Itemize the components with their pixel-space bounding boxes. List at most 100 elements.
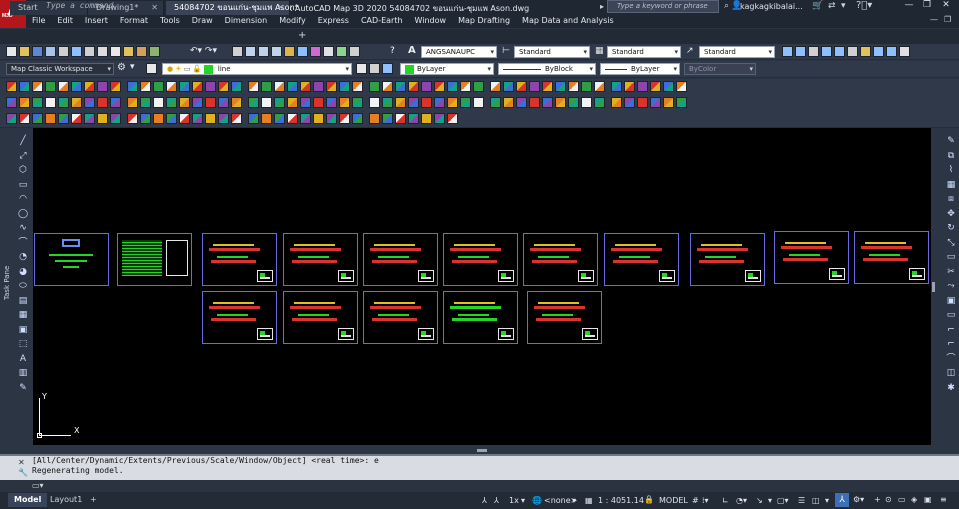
custom-command-icon[interactable] xyxy=(542,81,553,92)
menu-modify[interactable]: Modify xyxy=(273,15,312,27)
custom-command-icon[interactable] xyxy=(140,81,151,92)
custom-command-icon[interactable] xyxy=(568,97,579,108)
draw-tool-icon[interactable]: ╱ xyxy=(17,134,29,149)
layer-merge-icon[interactable] xyxy=(899,46,910,57)
custom-command-icon[interactable] xyxy=(127,113,138,124)
custom-command-icon[interactable] xyxy=(382,81,393,92)
modify-tool-icon[interactable]: ⤳ xyxy=(945,279,957,294)
selection-cycling-icon[interactable]: ▾ xyxy=(825,496,829,505)
isolate-objects-icon[interactable]: ⊙ xyxy=(885,495,892,504)
doc-minimize-icon[interactable]: — xyxy=(930,15,938,24)
object-snap-tracking-icon[interactable]: ↘ xyxy=(756,496,763,505)
custom-command-icon[interactable] xyxy=(127,97,138,108)
drawing-sheet[interactable] xyxy=(283,233,358,286)
hardware-acceleration-icon[interactable]: ◈ xyxy=(911,495,917,504)
custom-command-icon[interactable] xyxy=(261,81,272,92)
tab-layout1[interactable]: Layout1 xyxy=(44,493,88,507)
custom-command-icon[interactable] xyxy=(261,97,272,108)
layer-isolate-icon[interactable] xyxy=(821,46,832,57)
layer-previous-2-icon[interactable] xyxy=(369,63,380,74)
custom-command-icon[interactable] xyxy=(300,97,311,108)
custom-command-icon[interactable] xyxy=(110,81,121,92)
modify-tool-icon[interactable]: ⌐ xyxy=(945,323,957,338)
custom-command-icon[interactable] xyxy=(676,97,687,108)
custom-command-icon[interactable] xyxy=(352,113,363,124)
table-style-select[interactable]: Standard ▾ xyxy=(607,46,681,58)
custom-command-icon[interactable] xyxy=(624,97,635,108)
command-input[interactable]: Type a command xyxy=(46,1,946,11)
draw-tool-icon[interactable]: ▥ xyxy=(17,366,29,381)
custom-command-icon[interactable] xyxy=(421,81,432,92)
modify-tool-icon[interactable]: ✱ xyxy=(945,381,957,396)
custom-command-icon[interactable] xyxy=(192,113,203,124)
tab-model[interactable]: Model xyxy=(8,493,48,507)
drawing-sheet[interactable] xyxy=(523,233,598,286)
isodraft-icon[interactable]: ▾ xyxy=(768,496,772,505)
custom-command-icon[interactable] xyxy=(369,97,380,108)
custom-command-icon[interactable] xyxy=(529,97,540,108)
object-snap-icon[interactable]: ▢▾ xyxy=(777,496,789,505)
layer-previous-icon[interactable] xyxy=(808,46,819,57)
layer-walk-icon[interactable] xyxy=(886,46,897,57)
custom-command-icon[interactable] xyxy=(287,81,298,92)
custom-command-icon[interactable] xyxy=(45,113,56,124)
custom-command-icon[interactable] xyxy=(313,113,324,124)
custom-command-icon[interactable] xyxy=(650,81,661,92)
draw-tool-icon[interactable]: ▤ xyxy=(17,294,29,309)
custom-command-icon[interactable] xyxy=(676,81,687,92)
custom-command-icon[interactable] xyxy=(581,81,592,92)
custom-command-icon[interactable] xyxy=(516,97,527,108)
modify-tool-icon[interactable]: ↻ xyxy=(945,221,957,236)
custom-command-icon[interactable] xyxy=(434,81,445,92)
custom-command-icon[interactable] xyxy=(408,97,419,108)
custom-command-icon[interactable] xyxy=(58,81,69,92)
custom-command-icon[interactable] xyxy=(97,97,108,108)
copy-icon[interactable] xyxy=(110,46,121,57)
annotation-visibility-icon[interactable]: ⅄ xyxy=(482,496,487,505)
custom-command-icon[interactable] xyxy=(326,97,337,108)
custom-command-icon[interactable] xyxy=(581,97,592,108)
draw-tool-icon[interactable]: ✎ xyxy=(17,381,29,396)
coordinate-system-dropdown-icon[interactable]: ▾ xyxy=(572,496,576,505)
custom-command-icon[interactable] xyxy=(339,113,350,124)
open-icon[interactable] xyxy=(19,46,30,57)
custom-command-icon[interactable] xyxy=(19,113,30,124)
custom-command-icon[interactable] xyxy=(326,81,337,92)
custom-command-icon[interactable] xyxy=(395,97,406,108)
menu-insert[interactable]: Insert xyxy=(79,15,114,27)
gear-icon[interactable]: ⚙ xyxy=(117,62,126,73)
paste-icon[interactable] xyxy=(123,46,134,57)
drawing-sheet[interactable] xyxy=(363,291,438,344)
layer-unisolate-icon[interactable] xyxy=(834,46,845,57)
horizontal-scrollbar[interactable] xyxy=(477,449,487,452)
drawing-sheet[interactable] xyxy=(604,233,679,286)
custom-command-icon[interactable] xyxy=(192,97,203,108)
custom-command-icon[interactable] xyxy=(637,81,648,92)
menu-file[interactable]: File xyxy=(26,15,51,27)
custom-command-icon[interactable] xyxy=(490,81,501,92)
draw-tool-icon[interactable]: ⤢ xyxy=(17,149,29,164)
modify-tool-icon[interactable]: ⧉ xyxy=(945,149,957,164)
drawing-sheet[interactable] xyxy=(774,231,849,284)
command-prompt-icon[interactable]: ▭▾ xyxy=(32,481,44,490)
custom-command-icon[interactable] xyxy=(274,97,285,108)
annotation-scale-dropdown-icon[interactable]: ▾ xyxy=(521,496,525,505)
draw-tool-icon[interactable]: A xyxy=(17,352,29,367)
draw-tool-icon[interactable]: ⌒ xyxy=(17,236,29,251)
drawing-sheet[interactable] xyxy=(690,233,765,286)
calculator-icon[interactable] xyxy=(349,46,360,57)
custom-command-icon[interactable] xyxy=(287,97,298,108)
clean-screen-icon[interactable]: ▣ xyxy=(924,495,932,504)
menu-map-drafting[interactable]: Map Drafting xyxy=(452,15,516,27)
custom-command-icon[interactable] xyxy=(84,97,95,108)
modify-tool-icon[interactable]: ✎ xyxy=(945,134,957,149)
custom-command-icon[interactable] xyxy=(248,97,259,108)
undo-icon[interactable]: ↶▾ ↷▾ xyxy=(190,46,217,56)
drawing-sheet[interactable] xyxy=(202,291,277,344)
modify-tool-icon[interactable]: ✂ xyxy=(945,265,957,280)
custom-command-icon[interactable] xyxy=(19,81,30,92)
drawing-sheet[interactable] xyxy=(527,291,602,344)
menu-dimension[interactable]: Dimension xyxy=(219,15,274,27)
custom-command-icon[interactable] xyxy=(408,113,419,124)
custom-command-icon[interactable] xyxy=(352,81,363,92)
